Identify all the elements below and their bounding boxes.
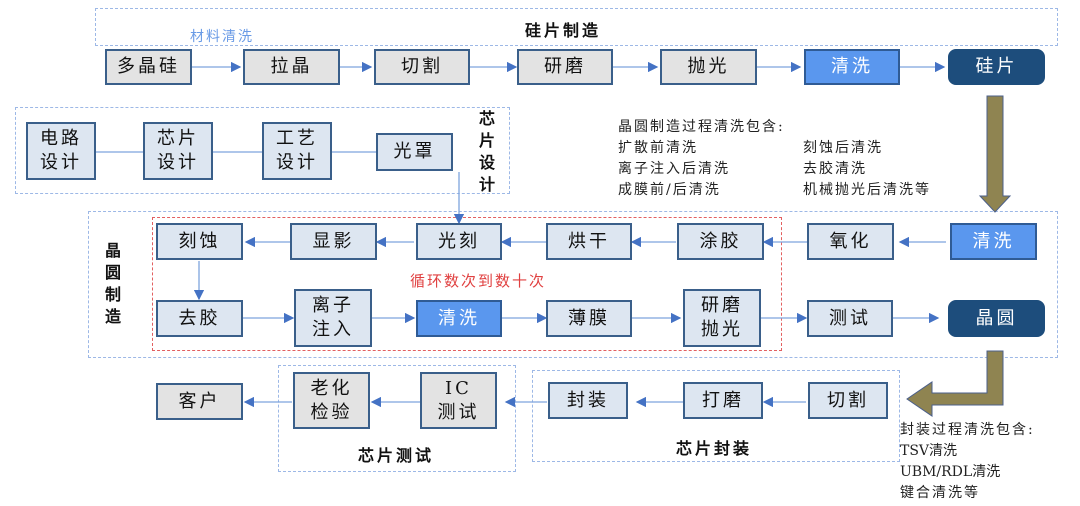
step-circuit-design: 电路 设计 — [26, 122, 96, 180]
step-clean-wafer-prep: 清洗 — [804, 49, 900, 85]
step-burn-in: 老化 检验 — [293, 372, 370, 429]
wafer-clean-note-col2-2: 机械抛光后清洗等 — [803, 182, 931, 198]
step-oxidation: 氧化 — [807, 223, 894, 260]
down-arrow-big — [978, 95, 1012, 213]
step-ic-test: IC 测试 — [420, 372, 497, 429]
package-clean-note-item-2: 键合清洗等 — [900, 485, 980, 501]
product-silicon-wafer: 硅片 — [948, 49, 1045, 85]
step-packaging: 封装 — [548, 382, 628, 419]
package-clean-note-heading: 封装过程清洗包含: — [900, 422, 1035, 438]
step-chip-design: 芯片 设计 — [143, 122, 213, 180]
wafer-clean-note-heading: 晶圆制造过程清洗包含: — [618, 119, 785, 135]
step-testing-fab: 测试 — [807, 300, 893, 337]
step-polysilicon: 多晶硅 — [105, 49, 192, 85]
step-slicing: 切割 — [374, 49, 470, 85]
step-grinding: 研磨 — [517, 49, 613, 85]
step-clean-fab-start: 清洗 — [950, 223, 1037, 260]
step-strip-resist: 去胶 — [156, 300, 243, 337]
wafer-clean-note-col1-0: 扩散前清洗 — [618, 140, 698, 156]
step-lithography: 光刻 — [416, 223, 502, 260]
step-baking: 烘干 — [546, 223, 632, 260]
step-developing: 显影 — [290, 223, 377, 260]
customer: 客户 — [156, 383, 243, 420]
turn-arrow-big — [906, 350, 1004, 417]
step-coating: 涂胶 — [677, 223, 764, 260]
step-polishing: 抛光 — [660, 49, 757, 85]
package-clean-note-item-0: TSV清洗 — [900, 443, 958, 459]
step-crystal-pull: 拉晶 — [243, 49, 340, 85]
wafer-clean-note-col2-0: 刻蚀后清洗 — [803, 140, 883, 156]
wafer-clean-note-col1-1: 离子注入后清洗 — [618, 161, 730, 177]
step-thin-film: 薄膜 — [546, 300, 632, 337]
product-wafer: 晶圆 — [948, 300, 1045, 337]
step-process-design: 工艺 设计 — [262, 122, 332, 180]
step-backgrind: 打磨 — [683, 382, 763, 419]
step-cmp: 研磨 抛光 — [683, 289, 761, 347]
wafer-clean-note-col2-1: 去胶清洗 — [803, 161, 867, 177]
step-clean-fab: 清洗 — [416, 300, 502, 337]
step-photomask: 光罩 — [376, 133, 453, 171]
wafer-clean-note-col1-2: 成膜前/后清洗 — [618, 182, 721, 198]
step-etching: 刻蚀 — [156, 223, 243, 260]
step-dicing: 切割 — [808, 382, 888, 419]
package-clean-note-item-1: UBM/RDL清洗 — [900, 464, 1001, 480]
step-ion-implant: 离子 注入 — [294, 289, 372, 347]
